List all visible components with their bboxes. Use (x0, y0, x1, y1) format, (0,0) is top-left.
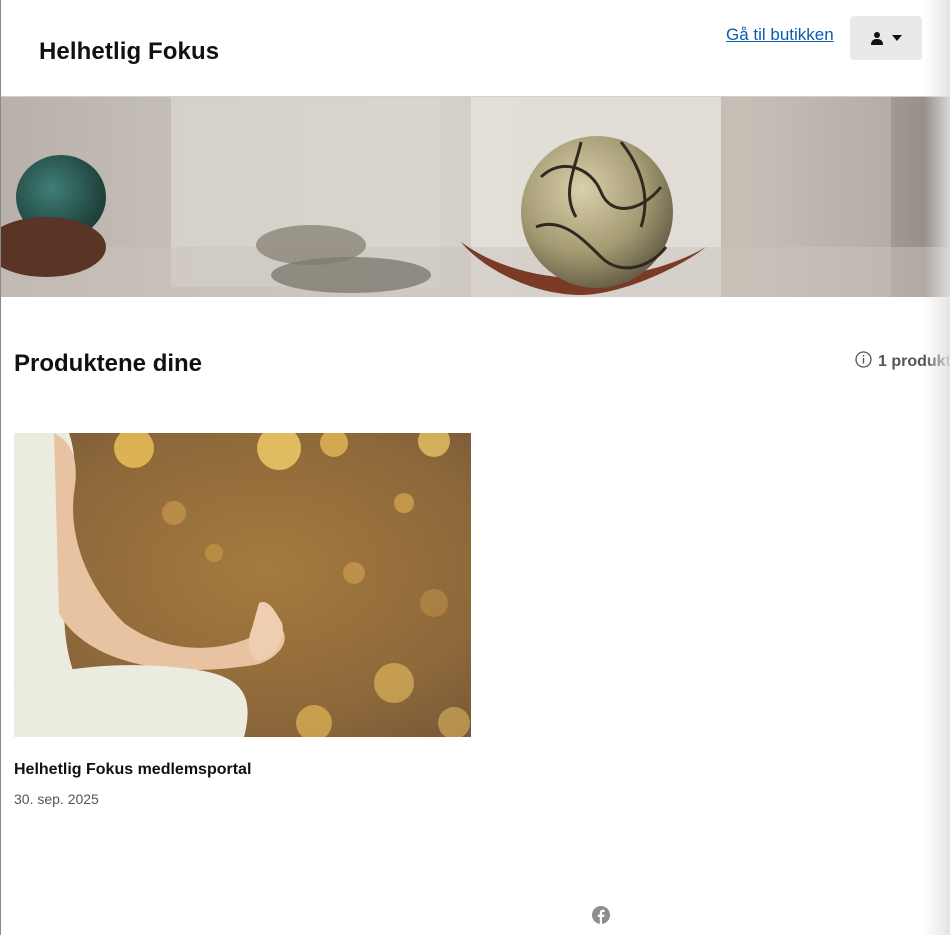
product-card[interactable]: Helhetlig Fokus medlemsportal 30. sep. 2… (14, 433, 472, 807)
caret-down-icon (892, 35, 902, 41)
facebook-icon[interactable] (592, 906, 610, 924)
account-menu-button[interactable] (850, 16, 922, 60)
go-to-shop-link[interactable]: Gå til butikken (726, 25, 834, 45)
product-date: 30. sep. 2025 (14, 791, 99, 807)
product-count: 1 produkt (855, 351, 950, 373)
info-icon[interactable] (855, 351, 872, 373)
product-title[interactable]: Helhetlig Fokus medlemsportal (14, 761, 472, 779)
section-title: Produktene dine (14, 350, 203, 377)
hero-banner-image (1, 97, 950, 297)
page: Helhetlig Fokus Gå til butikken Produkte… (0, 0, 950, 935)
product-image[interactable] (14, 433, 471, 737)
site-header: Helhetlig Fokus Gå til butikken (1, 0, 950, 97)
user-icon (870, 31, 884, 45)
site-title: Helhetlig Fokus (39, 38, 220, 65)
product-count-label: 1 produkt (878, 353, 950, 370)
